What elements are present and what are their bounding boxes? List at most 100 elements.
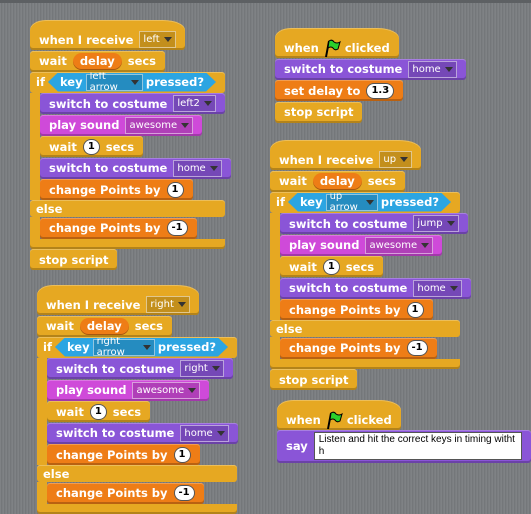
variables-block[interactable]: change Points by -1 bbox=[280, 337, 437, 359]
control-block[interactable]: wait delay secs bbox=[270, 170, 406, 192]
dropdown-menu[interactable]: home bbox=[173, 159, 222, 177]
block-label: secs bbox=[112, 404, 142, 419]
variables-block[interactable]: change Points by 1 bbox=[280, 299, 433, 320]
control-block[interactable]: stop script bbox=[30, 249, 118, 270]
sound-block[interactable]: play sound awesome bbox=[280, 234, 443, 256]
dropdown-menu[interactable]: right bbox=[180, 360, 224, 377]
variables-block[interactable]: change Points by 1 bbox=[47, 444, 200, 465]
dropdown-value: right bbox=[150, 299, 174, 310]
else-body: change Points by -1 bbox=[30, 217, 225, 239]
dropdown-menu[interactable]: home bbox=[408, 60, 457, 78]
looks-block[interactable]: switch to costume left2 bbox=[40, 93, 225, 114]
hat-block[interactable]: when clicked bbox=[277, 400, 401, 430]
number-input[interactable]: 1 bbox=[166, 181, 184, 198]
dropdown-arrow-icon bbox=[216, 430, 225, 436]
dropdown-menu[interactable]: awesome bbox=[365, 236, 434, 254]
control-block[interactable]: stop script bbox=[270, 369, 358, 390]
dropdown-menu[interactable]: home bbox=[413, 279, 462, 297]
text-input[interactable]: Listen and hit the correct keys in timin… bbox=[313, 432, 522, 460]
control-block[interactable]: wait delay secs bbox=[30, 50, 166, 72]
block-row: play sound awesome bbox=[280, 234, 460, 256]
block-row: say Listen and hit the correct keys in ti… bbox=[277, 430, 531, 463]
block-row: when I receive right bbox=[37, 285, 237, 315]
dropdown-menu[interactable]: up arrow bbox=[326, 194, 378, 211]
script-4: when I receive right wait delay secs if key rig… bbox=[37, 285, 238, 514]
block-label: secs bbox=[134, 319, 164, 333]
looks-block[interactable]: switch to costume jump bbox=[280, 213, 468, 234]
control-block[interactable]: wait delay secs bbox=[37, 315, 173, 337]
dropdown-menu[interactable]: home bbox=[180, 424, 229, 442]
if-body: switch to costume right play sound awesome w… bbox=[37, 357, 238, 465]
number-input[interactable]: 1 bbox=[173, 446, 191, 463]
block-label: wait bbox=[279, 174, 307, 188]
dropdown-menu[interactable]: jump bbox=[413, 215, 459, 232]
sound-block[interactable]: play sound awesome bbox=[47, 379, 210, 401]
number-input[interactable]: -1 bbox=[173, 485, 195, 501]
key-pressed-sensing-block[interactable]: key right arrow pressed? bbox=[55, 338, 228, 357]
number-input[interactable]: 1 bbox=[406, 301, 424, 318]
hat-block[interactable]: when clicked bbox=[275, 28, 399, 58]
key-pressed-sensing-block[interactable]: key up arrow pressed? bbox=[288, 193, 451, 212]
looks-block[interactable]: switch to costume home bbox=[280, 277, 471, 299]
looks-block[interactable]: switch to costume home bbox=[275, 58, 466, 80]
dropdown-menu[interactable]: awesome bbox=[125, 116, 194, 134]
if-else-block[interactable]: if key right arrow pressed? switch to costum… bbox=[37, 337, 238, 514]
hat-block[interactable]: when I receive up bbox=[270, 140, 422, 170]
dropdown-value: jump bbox=[417, 218, 443, 229]
dropdown-menu[interactable]: right arrow bbox=[93, 339, 155, 356]
number-input[interactable]: 1.3 bbox=[366, 82, 395, 99]
variables-block[interactable]: change Points by 1 bbox=[40, 179, 193, 200]
variables-block[interactable]: change Points by -1 bbox=[40, 217, 197, 239]
key-pressed-sensing-block[interactable]: key left arrow pressed? bbox=[48, 73, 216, 92]
dropdown-value: home bbox=[412, 63, 441, 75]
dropdown-menu[interactable]: awesome bbox=[132, 381, 201, 399]
if-header[interactable]: if key right arrow pressed? bbox=[37, 337, 237, 358]
looks-block[interactable]: switch to costume home bbox=[47, 422, 238, 444]
if-else-block[interactable]: if key up arrow pressed? switch to costume ju… bbox=[270, 192, 471, 369]
block-label: switch to costume bbox=[56, 426, 175, 440]
block-label: change Points by bbox=[49, 182, 161, 197]
if-header[interactable]: if key up arrow pressed? bbox=[270, 192, 460, 213]
block-row: when clicked bbox=[275, 28, 466, 58]
looks-block[interactable]: switch to costume right bbox=[47, 358, 233, 379]
else-body: change Points by -1 bbox=[37, 482, 237, 504]
dropdown-arrow-icon bbox=[400, 157, 409, 162]
dropdown-arrow-icon bbox=[366, 200, 374, 205]
variables-block[interactable]: change Points by -1 bbox=[47, 482, 204, 504]
variables-block[interactable]: set delay to 1.3 bbox=[275, 80, 404, 101]
dropdown-arrow-icon bbox=[203, 101, 212, 106]
dropdown-menu[interactable]: up bbox=[379, 151, 413, 168]
number-input[interactable]: -1 bbox=[406, 340, 428, 356]
control-block[interactable]: wait 1 secs bbox=[280, 256, 384, 277]
block-row: wait 1 secs bbox=[280, 256, 460, 277]
number-input[interactable]: 1 bbox=[322, 258, 340, 275]
block-label: switch to costume bbox=[49, 161, 168, 175]
control-block[interactable]: wait 1 secs bbox=[40, 136, 144, 157]
dropdown-menu[interactable]: right bbox=[146, 296, 190, 313]
number-input[interactable]: -1 bbox=[166, 220, 188, 236]
sound-block[interactable]: play sound awesome bbox=[40, 114, 203, 136]
variable-reporter-delay[interactable]: delay bbox=[79, 317, 129, 335]
else-bar[interactable]: else bbox=[270, 320, 460, 337]
else-bar[interactable]: else bbox=[37, 465, 237, 482]
variable-reporter-delay[interactable]: delay bbox=[312, 172, 362, 190]
looks-block[interactable]: say Listen and hit the correct keys in ti… bbox=[277, 430, 531, 463]
else-bar[interactable]: else bbox=[30, 200, 225, 217]
control-block[interactable]: stop script bbox=[275, 101, 363, 123]
dropdown-menu[interactable]: left2 bbox=[173, 95, 216, 112]
hat-block[interactable]: when I receive left bbox=[30, 20, 185, 50]
if-else-block[interactable]: if key left arrow pressed? switch to costume… bbox=[30, 72, 231, 249]
else-body: change Points by -1 bbox=[270, 337, 460, 359]
looks-block[interactable]: switch to costume home bbox=[40, 157, 231, 179]
number-input[interactable]: 1 bbox=[89, 403, 107, 420]
dropdown-menu[interactable]: left arrow bbox=[86, 74, 143, 91]
dropdown-menu[interactable]: left bbox=[139, 31, 176, 48]
variable-reporter-delay[interactable]: delay bbox=[72, 52, 122, 70]
block-row: stop script bbox=[30, 249, 225, 270]
hat-block[interactable]: when I receive right bbox=[37, 285, 199, 315]
control-block[interactable]: wait 1 secs bbox=[47, 401, 151, 422]
if-body: switch to costume jump play sound awesome wa… bbox=[270, 212, 471, 320]
number-input[interactable]: 1 bbox=[82, 138, 100, 155]
block-row: wait delay secs bbox=[30, 50, 225, 72]
if-header[interactable]: if key left arrow pressed? bbox=[30, 72, 225, 93]
